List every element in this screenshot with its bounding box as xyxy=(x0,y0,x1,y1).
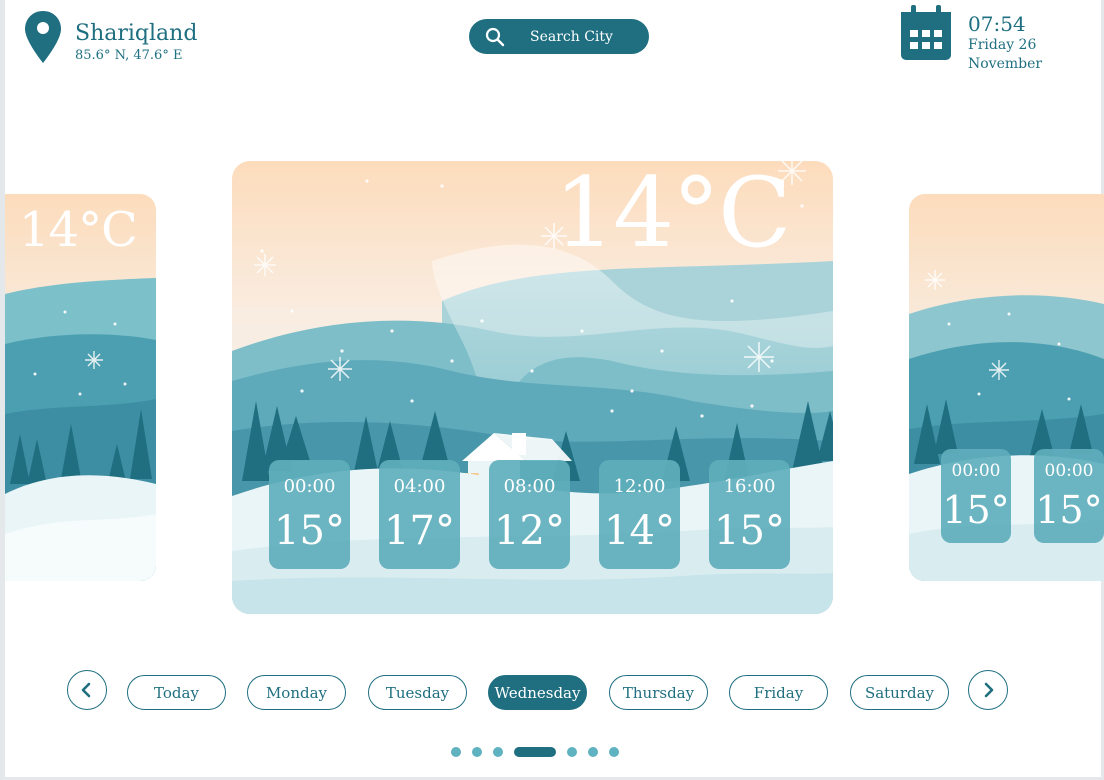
map-pin-icon xyxy=(25,11,61,63)
carousel-pagination xyxy=(451,747,630,757)
hourly-time: 00:00 xyxy=(951,461,1001,481)
hourly-temperature: 15° xyxy=(942,488,1010,532)
city-coordinates: 85.6° N, 47.6° E xyxy=(75,48,183,63)
city-name: Shariqland xyxy=(75,21,198,46)
hourly-forecast-tile: 16:00 15° xyxy=(709,460,790,569)
pagination-dot[interactable] xyxy=(609,747,619,757)
hourly-forecast-tile: 00:00 15° xyxy=(941,449,1011,543)
weather-card-next[interactable]: 00:00 15° 00:00 15° xyxy=(909,194,1104,581)
card-temperature: 14°C xyxy=(19,202,138,258)
weather-card-current: 14°C 00:00 15° 04:00 17° 08:00 12° 12:00… xyxy=(232,161,833,614)
previous-day-button[interactable] xyxy=(67,670,107,710)
pagination-dot[interactable] xyxy=(567,747,577,757)
pagination-dot[interactable] xyxy=(451,747,461,757)
search-placeholder: Search City xyxy=(530,28,613,45)
hourly-temperature: 15° xyxy=(714,508,785,554)
hourly-time: 04:00 xyxy=(393,476,446,497)
hourly-temperature: 17° xyxy=(384,508,455,554)
hourly-time: 12:00 xyxy=(613,476,666,497)
hourly-time: 00:00 xyxy=(1044,461,1094,481)
hourly-forecast-tile: 12:00 14° xyxy=(599,460,680,569)
hourly-temperature: 15° xyxy=(1035,488,1103,532)
hourly-time: 16:00 xyxy=(723,476,776,497)
chevron-right-icon xyxy=(984,682,994,698)
card-temperature: 14°C xyxy=(554,161,792,269)
hourly-time: 00:00 xyxy=(283,476,336,497)
pagination-dot[interactable] xyxy=(588,747,598,757)
hourly-temperature: 15° xyxy=(274,508,345,554)
hourly-forecast-tile: 00:00 15° xyxy=(269,460,350,569)
day-tab-thursday[interactable]: Thursday xyxy=(609,675,708,710)
day-tab-saturday[interactable]: Saturday xyxy=(850,675,949,710)
hourly-time: 08:00 xyxy=(503,476,556,497)
day-tab-today[interactable]: Today xyxy=(127,675,226,710)
hourly-forecast-tile: 08:00 12° xyxy=(489,460,570,569)
current-date-day: Friday 26 xyxy=(968,37,1037,53)
search-city-input[interactable]: Search City xyxy=(469,19,649,54)
calendar-icon xyxy=(901,5,951,60)
location-block: Shariqland 85.6° N, 47.6° E xyxy=(24,10,197,64)
current-time: 07:54 xyxy=(968,12,1026,36)
hourly-forecast-tile: 04:00 17° xyxy=(379,460,460,569)
day-tab-monday[interactable]: Monday xyxy=(247,675,346,710)
hourly-temperature: 14° xyxy=(604,508,675,554)
day-tab-wednesday[interactable]: Wednesday xyxy=(488,675,587,710)
next-day-button[interactable] xyxy=(968,670,1008,710)
hourly-forecast-tile: 00:00 15° xyxy=(1034,449,1104,543)
search-icon xyxy=(485,27,505,46)
current-date-month: November xyxy=(968,56,1043,72)
weather-card-previous[interactable]: 14°C xyxy=(5,194,156,581)
pagination-dot[interactable] xyxy=(472,747,482,757)
day-tab-friday[interactable]: Friday xyxy=(729,675,828,710)
datetime-block: 07:54 Friday 26 November xyxy=(899,4,1042,74)
chevron-left-icon xyxy=(81,682,91,698)
pagination-dot[interactable] xyxy=(493,747,503,757)
hourly-temperature: 12° xyxy=(494,508,565,554)
day-tab-tuesday[interactable]: Tuesday xyxy=(368,675,467,710)
pagination-dot-active[interactable] xyxy=(514,747,556,757)
